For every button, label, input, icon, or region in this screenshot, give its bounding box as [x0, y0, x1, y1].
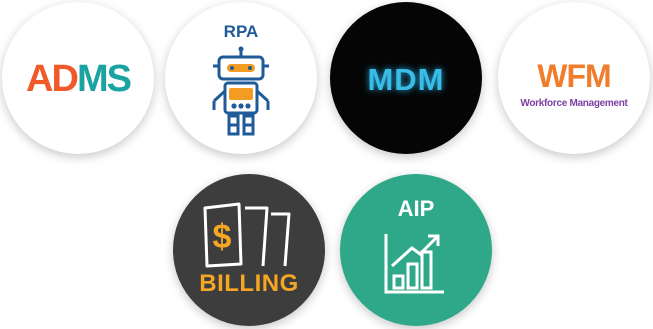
adms-logo: ADMS: [2, 58, 154, 101]
wfm-subtitle: Workforce Management: [520, 98, 628, 109]
billing-badge[interactable]: $ BILLING: [173, 174, 325, 326]
adms-logo-part-ms: MS: [76, 58, 132, 100]
bills-icon: $: [203, 202, 291, 268]
wfm-label: WFM: [537, 58, 611, 94]
aip-badge[interactable]: AIP: [340, 174, 492, 326]
rpa-badge[interactable]: RPA: [165, 2, 317, 154]
billing-dollar-sign: $: [213, 218, 232, 256]
robot-icon: [212, 46, 270, 136]
mdm-label: MDM: [367, 62, 445, 97]
aip-label: AIP: [397, 196, 435, 221]
wfm-badge[interactable]: WFM Workforce Management: [498, 2, 650, 154]
adms-badge[interactable]: ADMS: [2, 2, 154, 154]
mdm-badge[interactable]: MDM: [330, 2, 482, 154]
billing-label: BILLING: [199, 270, 299, 297]
adms-logo-part-ad: AD: [26, 58, 79, 100]
growth-chart-icon: [384, 234, 444, 294]
rpa-label: RPA: [223, 22, 259, 41]
